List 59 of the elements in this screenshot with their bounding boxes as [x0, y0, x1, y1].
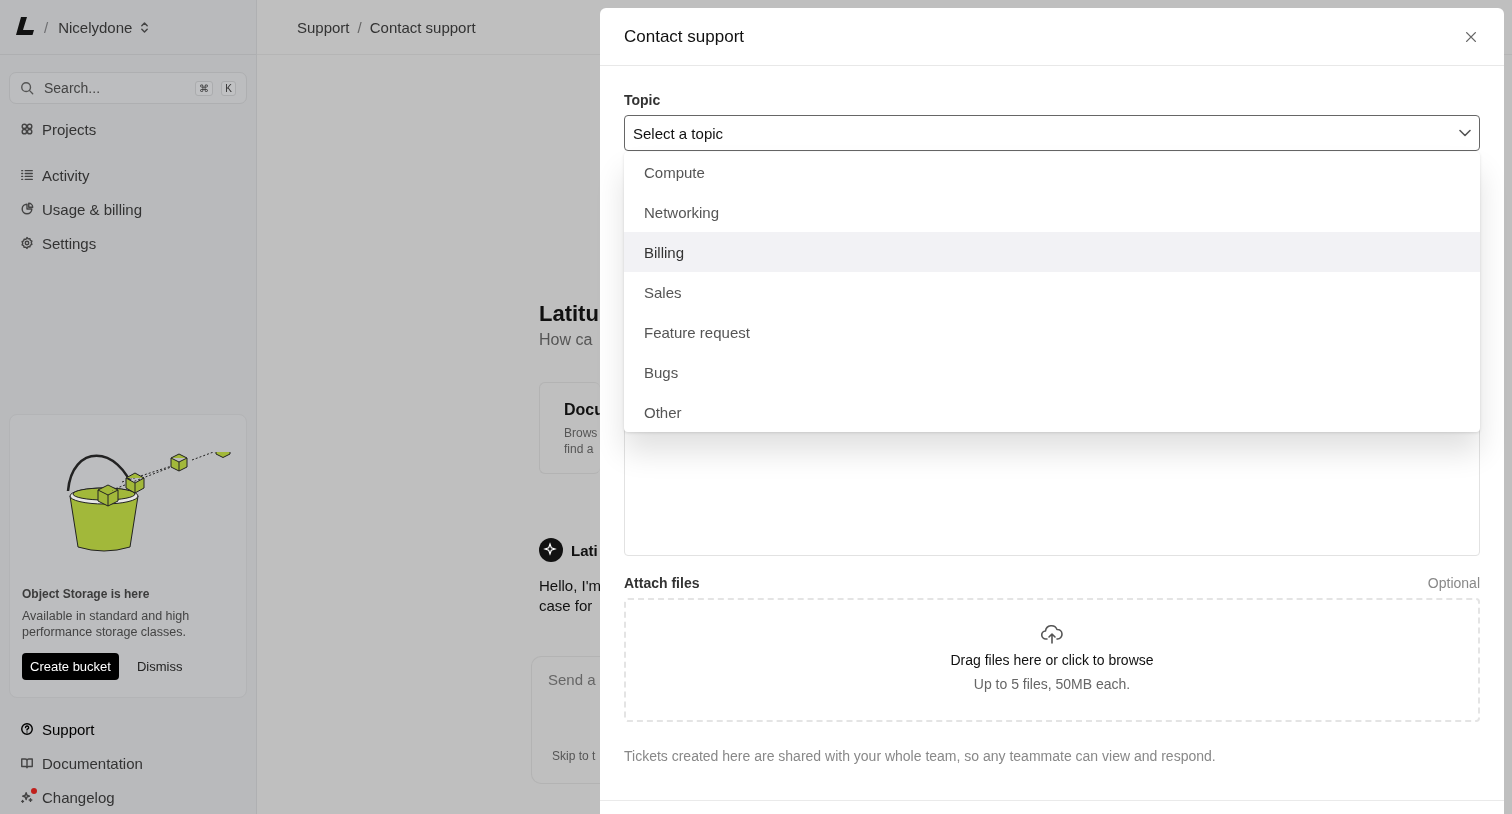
chevron-updown-icon: [140, 20, 150, 34]
page-subtitle: How ca: [539, 331, 593, 349]
separator: /: [44, 18, 49, 36]
pie-chart-icon: [20, 202, 34, 216]
menu-option[interactable]: Feature request: [624, 312, 1480, 352]
list-icon: [20, 168, 34, 182]
breadcrumb-link[interactable]: Support: [297, 18, 350, 36]
card-text: find a: [564, 441, 595, 457]
help-icon: [20, 722, 34, 736]
sparkle-icon: [20, 790, 34, 804]
grid-icon: [20, 122, 34, 136]
menu-option[interactable]: Billing: [624, 232, 1480, 272]
keyboard-key: ⌘: [195, 80, 214, 96]
nav-item[interactable]: Changelog: [20, 780, 236, 814]
promo-title: Object Storage is here: [22, 587, 151, 601]
menu-option[interactable]: Networking: [624, 192, 1480, 232]
nav-item[interactable]: Projects: [20, 112, 236, 146]
topic-select[interactable]: Select a topic: [624, 115, 1480, 151]
menu-option[interactable]: Compute: [624, 152, 1480, 192]
nav-item[interactable]: Activity: [20, 158, 236, 192]
assistant-avatar-icon: [539, 538, 563, 562]
assistant-message: case for: [539, 596, 594, 616]
close-icon: [1464, 29, 1478, 44]
create-bucket-button[interactable]: Create bucket: [22, 653, 119, 680]
composer-placeholder: Send a: [548, 671, 597, 688]
search-input[interactable]: Search...: [42, 79, 188, 97]
nav-item[interactable]: Documentation: [20, 746, 236, 780]
menu-option[interactable]: Other: [624, 392, 1480, 432]
assistant-name: Lati: [571, 541, 598, 559]
menu-option[interactable]: Bugs: [624, 352, 1480, 392]
dropzone-title: Drag files here or click to browse: [950, 652, 1154, 668]
separator: /: [357, 18, 362, 36]
cloud-upload-icon: [1040, 622, 1064, 646]
promo-text: Available in standard and high performance storage classes.: [22, 608, 191, 640]
dropzone-hint: Up to 5 files, 50MB each.: [973, 676, 1131, 692]
card-text: Brows: [564, 425, 599, 441]
search-icon: [20, 81, 34, 95]
skip-link[interactable]: Skip to t: [548, 749, 600, 763]
info-note: Tickets created here are shared with your whole team, so any teammate can view and respond.: [624, 748, 1217, 764]
menu-option[interactable]: Sales: [624, 272, 1480, 312]
field-label: Attach files: [624, 575, 700, 591]
chevron-down-icon: [1459, 129, 1471, 137]
breadcrumb-link[interactable]: Contact support: [369, 18, 476, 36]
nav-item[interactable]: Usage & billing: [20, 192, 236, 226]
logo-icon: [16, 17, 34, 37]
workspace-switcher[interactable]: Nicelydone: [58, 18, 150, 36]
settings-icon: [20, 236, 34, 250]
field-label: Topic: [624, 92, 662, 108]
nav-item[interactable]: Support: [20, 712, 236, 746]
dismiss-button[interactable]: Dismiss: [136, 659, 183, 674]
dialog-title: Contact support: [624, 26, 744, 47]
optional-hint: Optional: [1427, 575, 1480, 591]
book-icon: [20, 756, 34, 770]
nav-item[interactable]: Settings: [20, 226, 236, 260]
file-dropzone[interactable]: Drag files here or click to browse Up to 5 files, 50MB each.: [624, 598, 1480, 722]
page-title: Latitu: [539, 300, 599, 328]
assistant-message: Hello, I'm: [539, 576, 602, 596]
keyboard-key: K: [221, 80, 236, 96]
search-field[interactable]: Search... ⌘ K: [9, 72, 247, 104]
